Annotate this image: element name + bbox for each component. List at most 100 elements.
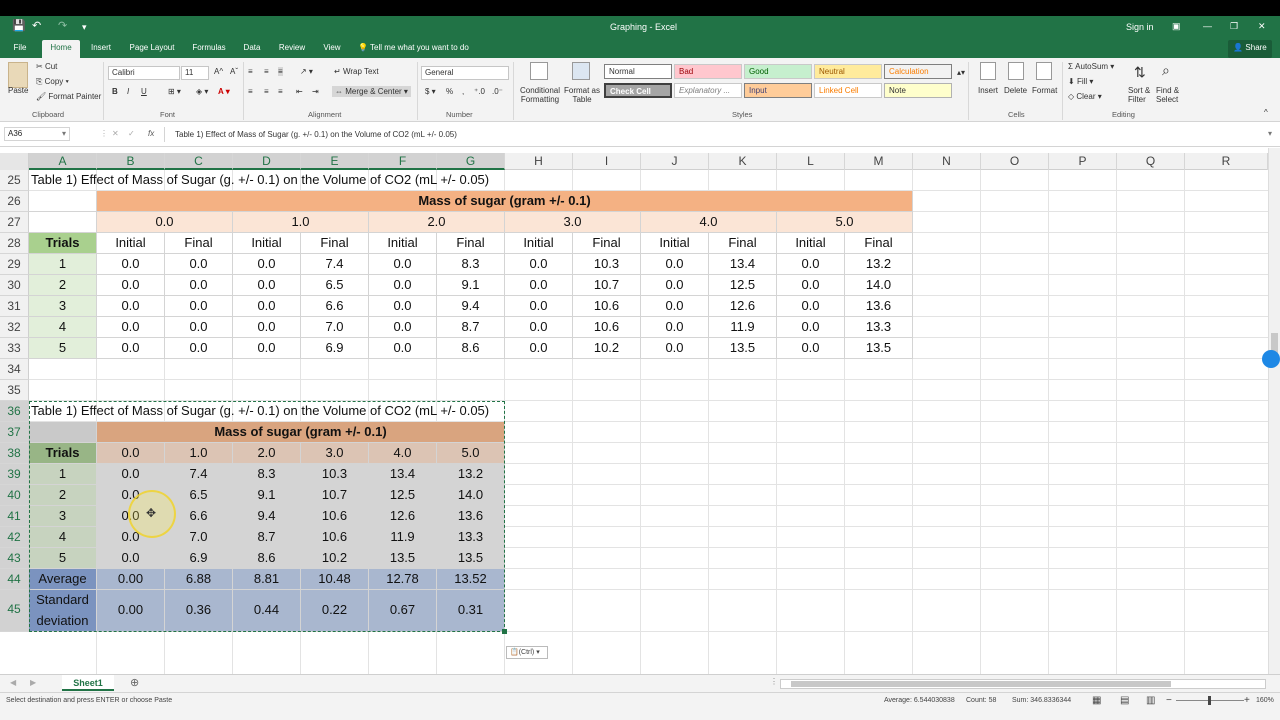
row-header[interactable]: 33: [0, 338, 29, 359]
table1-subheader[interactable]: Final: [845, 233, 913, 254]
column-header[interactable]: A: [29, 153, 97, 170]
column-header[interactable]: C: [165, 153, 233, 170]
table1-mass-header[interactable]: Mass of sugar (gram +/- 0.1): [97, 191, 913, 212]
table1-cell[interactable]: 0.0: [505, 338, 573, 359]
table1-cell[interactable]: 0.0: [165, 317, 233, 338]
table1-mass-value[interactable]: 4.0: [641, 212, 777, 233]
table2-trial-number[interactable]: 4: [29, 527, 97, 548]
table1-cell[interactable]: 9.1: [437, 275, 505, 296]
fill-button[interactable]: ⬇ Fill ▾: [1068, 77, 1093, 86]
column-header[interactable]: F: [369, 153, 437, 170]
autosum-button[interactable]: Σ AutoSum ▾: [1068, 62, 1114, 71]
style-linked-cell[interactable]: Linked Cell: [814, 83, 882, 98]
table2-std-value[interactable]: 0.36: [165, 590, 233, 632]
table1-cell[interactable]: 0.0: [369, 296, 437, 317]
table2-std-value[interactable]: 0.44: [233, 590, 301, 632]
dropbox-badge-icon[interactable]: [1262, 350, 1280, 368]
table1-cell[interactable]: 0.0: [233, 338, 301, 359]
formula-options-icon[interactable]: ⋮: [100, 129, 108, 138]
table1-trial-number[interactable]: 3: [29, 296, 97, 317]
table2-average-value[interactable]: 6.88: [165, 569, 233, 590]
decrease-decimal-icon[interactable]: .0⁻: [492, 87, 503, 96]
table1-subheader[interactable]: Initial: [97, 233, 165, 254]
table1-cell[interactable]: 13.5: [845, 338, 913, 359]
redo-icon[interactable]: ↷: [58, 18, 67, 34]
bold-icon[interactable]: B: [112, 87, 118, 96]
row-header[interactable]: 44: [0, 569, 29, 590]
zoom-slider-thumb[interactable]: [1208, 696, 1211, 705]
table1-cell[interactable]: 7.0: [301, 317, 369, 338]
row-header[interactable]: 28: [0, 233, 29, 254]
table1-cell[interactable]: 0.0: [233, 296, 301, 317]
orientation-icon[interactable]: ↗ ▾: [300, 67, 313, 76]
table2-cell[interactable]: 0.0: [97, 464, 165, 485]
table1-cell[interactable]: 0.0: [233, 254, 301, 275]
column-header[interactable]: H: [505, 153, 573, 170]
underline-icon[interactable]: U: [141, 87, 147, 96]
table2-mass-value[interactable]: 3.0: [301, 443, 369, 464]
styles-scroll-icon[interactable]: ▴▾: [957, 68, 965, 77]
delete-cells-button[interactable]: Delete: [1004, 86, 1027, 95]
table1-cell[interactable]: 0.0: [369, 275, 437, 296]
table2-cell[interactable]: 7.0: [165, 527, 233, 548]
table1-cell[interactable]: 0.0: [777, 296, 845, 317]
table2-std-value[interactable]: 0.22: [301, 590, 369, 632]
zoom-level[interactable]: 160%: [1256, 697, 1274, 704]
column-header[interactable]: Q: [1117, 153, 1185, 170]
table1-cell[interactable]: 9.4: [437, 296, 505, 317]
zoom-out-icon[interactable]: −: [1166, 695, 1172, 706]
format-painter-button[interactable]: 🖌 Format Painter: [36, 92, 101, 101]
expand-formula-icon[interactable]: ▾: [1268, 129, 1272, 138]
minimize-icon[interactable]: —: [1203, 18, 1212, 34]
table1-cell[interactable]: 6.5: [301, 275, 369, 296]
table1-cell[interactable]: 13.5: [709, 338, 777, 359]
style-explanatory[interactable]: Explanatory ...: [674, 83, 742, 98]
cell[interactable]: [29, 212, 97, 233]
row-header[interactable]: 36: [0, 401, 29, 422]
cell[interactable]: [29, 422, 97, 443]
name-box[interactable]: A36: [4, 127, 70, 141]
table2-trial-number[interactable]: 5: [29, 548, 97, 569]
table2-mass-value[interactable]: 0.0: [97, 443, 165, 464]
table2-cell[interactable]: 0.0: [97, 548, 165, 569]
table1-cell[interactable]: 0.0: [233, 317, 301, 338]
sort-filter-button[interactable]: Sort & Filter: [1128, 86, 1156, 104]
table2-mass-value[interactable]: 1.0: [165, 443, 233, 464]
table2-cell[interactable]: 10.6: [301, 506, 369, 527]
insert-function-icon[interactable]: fx: [148, 129, 154, 138]
enter-icon[interactable]: ✓: [128, 129, 135, 138]
row-header[interactable]: 26: [0, 191, 29, 212]
number-format-box[interactable]: General: [421, 66, 509, 80]
table1-cell[interactable]: 12.6: [709, 296, 777, 317]
tab-data[interactable]: Data: [238, 40, 266, 58]
table2-cell[interactable]: 13.5: [437, 548, 505, 569]
table1-mass-value[interactable]: 0.0: [97, 212, 233, 233]
table2-cell[interactable]: 8.6: [233, 548, 301, 569]
tab-file[interactable]: File: [6, 40, 34, 58]
row-header[interactable]: 32: [0, 317, 29, 338]
table2-cell[interactable]: 8.7: [233, 527, 301, 548]
italic-icon[interactable]: I: [127, 87, 129, 96]
table2-average-label[interactable]: Average: [29, 569, 97, 590]
table1-cell[interactable]: 10.2: [573, 338, 641, 359]
tab-home[interactable]: Home: [42, 40, 80, 58]
table1-cell[interactable]: 13.3: [845, 317, 913, 338]
table1-subheader[interactable]: Final: [301, 233, 369, 254]
next-sheet-icon[interactable]: ▶: [30, 678, 36, 687]
style-note[interactable]: Note: [884, 83, 952, 98]
row-header[interactable]: 27: [0, 212, 29, 233]
name-box-dropdown-icon[interactable]: ▾: [62, 129, 66, 138]
row-header[interactable]: 39: [0, 464, 29, 485]
table1-cell[interactable]: 0.0: [233, 275, 301, 296]
table1-subheader[interactable]: Initial: [233, 233, 301, 254]
table1-cell[interactable]: 7.4: [301, 254, 369, 275]
clear-button[interactable]: ◇ Clear ▾: [1068, 92, 1102, 101]
normal-view-icon[interactable]: ▦: [1092, 695, 1101, 706]
tell-me-box[interactable]: 💡 Tell me what you want to do: [358, 40, 478, 58]
format-cells-button[interactable]: Format: [1032, 86, 1057, 95]
table2-trial-number[interactable]: 2: [29, 485, 97, 506]
align-top-icon[interactable]: ≡: [248, 67, 253, 76]
table1-cell[interactable]: 0.0: [641, 296, 709, 317]
table1-subheader[interactable]: Initial: [505, 233, 573, 254]
table1-subheader[interactable]: Initial: [369, 233, 437, 254]
